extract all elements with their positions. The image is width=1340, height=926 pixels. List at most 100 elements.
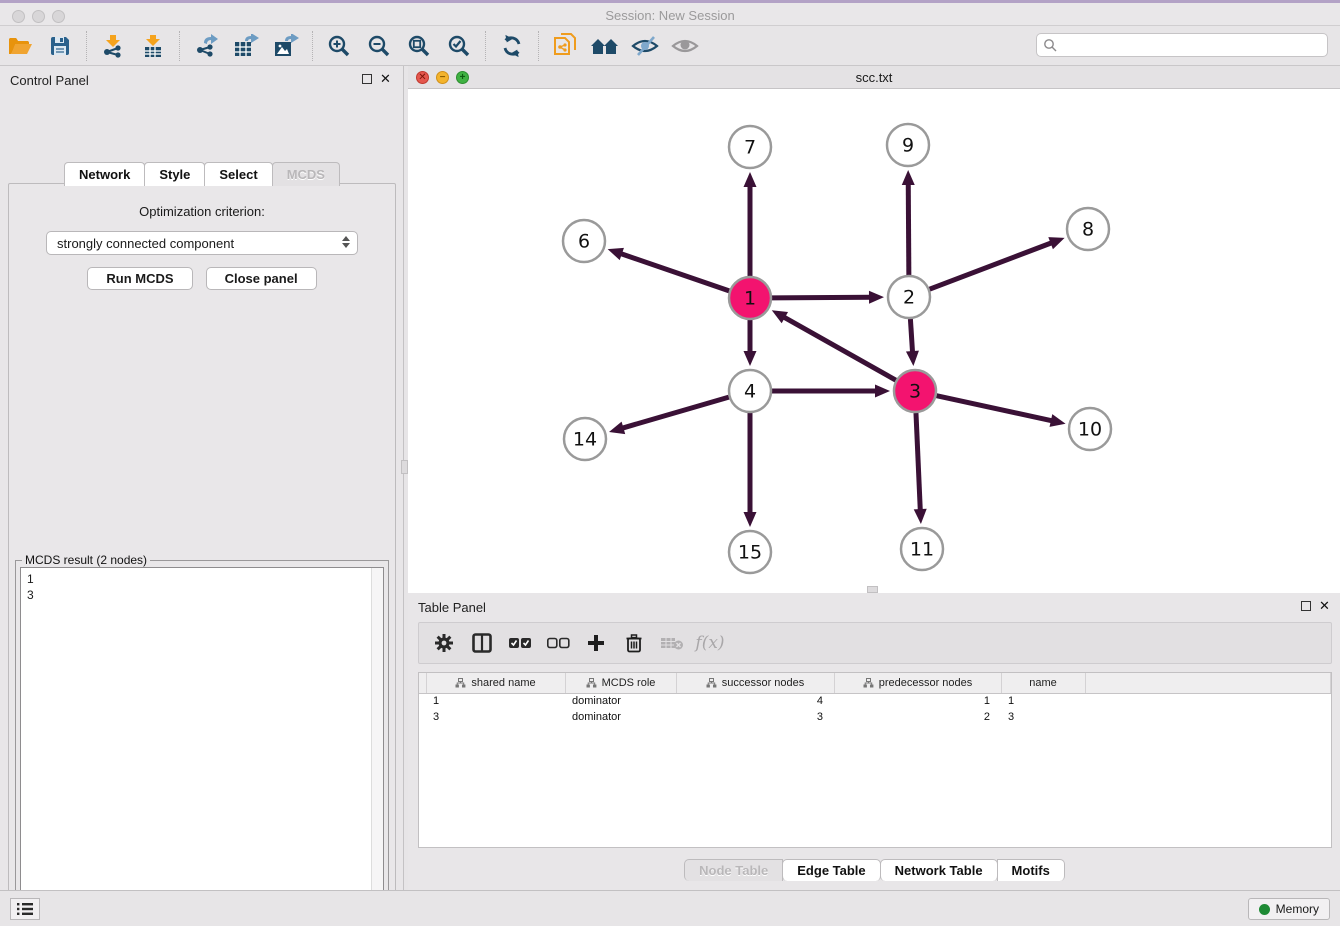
edge-2-3[interactable] bbox=[910, 319, 912, 354]
list-icon bbox=[16, 902, 34, 916]
import-table-icon[interactable] bbox=[136, 31, 170, 61]
arrowhead-icon bbox=[1050, 414, 1066, 427]
table-cell[interactable]: dominator bbox=[565, 709, 676, 725]
column-header-shared-name[interactable]: shared name bbox=[426, 673, 565, 693]
tab-motifs[interactable]: Motifs bbox=[997, 859, 1065, 881]
float-panel-icon[interactable] bbox=[1301, 601, 1311, 611]
toolbar-separator bbox=[179, 31, 180, 61]
table-toolbar: f(x) bbox=[418, 622, 1332, 664]
run-mcds-button[interactable]: Run MCDS bbox=[87, 267, 192, 290]
show-all-icon[interactable] bbox=[668, 31, 702, 61]
memory-button[interactable]: Memory bbox=[1248, 898, 1330, 920]
column-header-successor-nodes[interactable]: successor nodes bbox=[676, 673, 834, 693]
table-cell[interactable]: 1 bbox=[426, 693, 565, 709]
horizontal-splitter-handle[interactable] bbox=[867, 586, 878, 593]
tab-select[interactable]: Select bbox=[204, 162, 272, 186]
table-cell[interactable]: 4 bbox=[676, 693, 834, 709]
row-gutter bbox=[419, 709, 426, 725]
arrowhead-icon bbox=[869, 291, 884, 304]
refresh-layout-icon[interactable] bbox=[495, 31, 529, 61]
search-box[interactable] bbox=[1036, 33, 1328, 57]
table-cell[interactable]: 1 bbox=[834, 693, 1001, 709]
close-panel-button[interactable]: Close panel bbox=[206, 267, 317, 290]
edge-1-6[interactable] bbox=[619, 253, 729, 291]
delete-table-icon[interactable] bbox=[657, 628, 687, 658]
edge-3-1[interactable] bbox=[782, 316, 896, 380]
hide-selection-icon[interactable] bbox=[628, 31, 662, 61]
table-cell[interactable]: 3 bbox=[1001, 709, 1085, 725]
tab-node-table[interactable]: Node Table bbox=[684, 859, 783, 881]
optimization-criterion-select[interactable]: strongly connected component bbox=[46, 231, 358, 255]
search-input[interactable] bbox=[1057, 38, 1327, 52]
import-network-icon[interactable] bbox=[96, 31, 130, 61]
network-window-titlebar[interactable]: ✕ − + scc.txt bbox=[408, 66, 1340, 89]
mcds-tab-content: Optimization criterion: strongly connect… bbox=[8, 183, 396, 926]
tab-network[interactable]: Network bbox=[64, 162, 145, 186]
table-cell[interactable]: 3 bbox=[676, 709, 834, 725]
first-neighbors-icon[interactable] bbox=[588, 31, 622, 61]
control-panel-tabs: NetworkStyleSelectMCDS bbox=[0, 162, 403, 186]
zoom-selected-icon[interactable] bbox=[442, 31, 476, 61]
edge-4-14[interactable] bbox=[621, 397, 729, 429]
zoom-in-icon[interactable] bbox=[322, 31, 356, 61]
node-label-8: 8 bbox=[1082, 219, 1094, 241]
arrowhead-icon bbox=[744, 351, 757, 366]
column-header-MCDS-role[interactable]: MCDS role bbox=[565, 673, 676, 693]
node-table[interactable]: shared nameMCDS rolesuccessor nodesprede… bbox=[418, 672, 1332, 848]
settings-gear-icon[interactable] bbox=[429, 628, 459, 658]
arrowhead-icon bbox=[609, 422, 625, 434]
table-row[interactable]: 1dominator411 bbox=[419, 693, 1331, 709]
edge-3-11[interactable] bbox=[916, 413, 920, 512]
node-label-10: 10 bbox=[1078, 419, 1102, 441]
mcds-result-title: MCDS result (2 nodes) bbox=[22, 553, 150, 567]
close-panel-icon[interactable]: ✕ bbox=[1319, 598, 1330, 614]
tab-edge-table[interactable]: Edge Table bbox=[782, 859, 880, 881]
control-panel-title: Control Panel bbox=[10, 73, 89, 88]
vertical-splitter-handle[interactable] bbox=[401, 460, 408, 474]
open-folder-icon[interactable] bbox=[3, 31, 37, 61]
delete-row-icon[interactable] bbox=[619, 628, 649, 658]
edge-2-8[interactable] bbox=[930, 242, 1054, 289]
apply-function-icon[interactable]: f(x) bbox=[695, 628, 725, 658]
tree-icon bbox=[706, 678, 717, 688]
add-row-icon[interactable] bbox=[581, 628, 611, 658]
task-history-button[interactable] bbox=[10, 898, 40, 920]
column-header-predecessor-nodes[interactable]: predecessor nodes bbox=[834, 673, 1001, 693]
arrowhead-icon bbox=[1048, 237, 1064, 249]
deselect-all-icon[interactable] bbox=[543, 628, 573, 658]
status-bar: Memory bbox=[0, 890, 1340, 926]
edge-3-10[interactable] bbox=[936, 396, 1053, 421]
table-cell[interactable]: 2 bbox=[834, 709, 1001, 725]
optimization-criterion-value: strongly connected component bbox=[57, 236, 234, 251]
table-cell[interactable]: 1 bbox=[1001, 693, 1085, 709]
select-all-icon[interactable] bbox=[505, 628, 535, 658]
mcds-result-list[interactable]: 13 bbox=[20, 567, 384, 926]
save-session-icon[interactable] bbox=[43, 31, 77, 61]
zoom-fit-icon[interactable] bbox=[402, 31, 436, 61]
edge-2-9[interactable] bbox=[908, 182, 909, 275]
tab-network-table[interactable]: Network Table bbox=[880, 859, 998, 881]
memory-status-icon bbox=[1259, 904, 1270, 915]
close-panel-icon[interactable]: ✕ bbox=[380, 71, 391, 87]
zoom-out-icon[interactable] bbox=[362, 31, 396, 61]
node-label-1: 1 bbox=[744, 288, 756, 310]
export-table-icon[interactable] bbox=[229, 31, 263, 61]
table-cell[interactable]: 3 bbox=[426, 709, 565, 725]
export-image-icon[interactable] bbox=[269, 31, 303, 61]
result-line: 1 bbox=[27, 571, 377, 587]
table-row[interactable]: 3dominator323 bbox=[419, 709, 1331, 725]
row-gutter bbox=[419, 693, 426, 709]
scrollbar[interactable] bbox=[371, 568, 383, 926]
new-network-from-selection-icon[interactable] bbox=[548, 31, 582, 61]
edge-1-2[interactable] bbox=[772, 297, 872, 298]
tab-style[interactable]: Style bbox=[144, 162, 205, 186]
export-network-icon[interactable] bbox=[189, 31, 223, 61]
network-graph-canvas[interactable]: 7968124314101511 bbox=[408, 89, 1340, 593]
tree-icon bbox=[455, 678, 466, 688]
column-header-name[interactable]: name bbox=[1001, 673, 1085, 693]
table-cell[interactable]: dominator bbox=[565, 693, 676, 709]
tab-mcds[interactable]: MCDS bbox=[272, 162, 340, 186]
column-view-icon[interactable] bbox=[467, 628, 497, 658]
float-panel-icon[interactable] bbox=[362, 74, 372, 84]
toolbar-separator bbox=[86, 31, 87, 61]
